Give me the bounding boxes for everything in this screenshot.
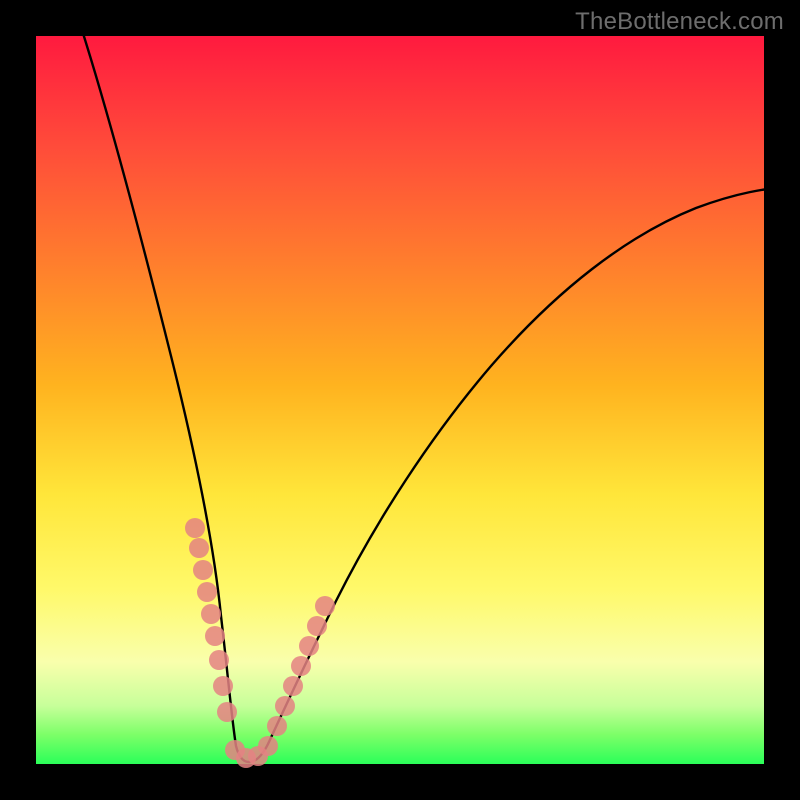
marker-dot xyxy=(189,538,209,558)
watermark-text: TheBottleneck.com xyxy=(575,8,784,36)
marker-dot xyxy=(197,582,217,602)
marker-dot xyxy=(315,596,335,616)
marker-dot xyxy=(185,518,205,538)
marker-dot xyxy=(258,736,278,756)
marker-dot xyxy=(291,656,311,676)
marker-dot xyxy=(201,604,221,624)
marker-dot xyxy=(267,716,287,736)
marker-dot xyxy=(307,616,327,636)
chart-frame xyxy=(36,36,764,764)
bottleneck-curve xyxy=(64,0,796,762)
marker-dot xyxy=(283,676,303,696)
marker-dot xyxy=(193,560,213,580)
bottleneck-curve-svg xyxy=(36,36,764,764)
marker-dot xyxy=(209,650,229,670)
marker-dot xyxy=(213,676,233,696)
marker-dot xyxy=(299,636,319,656)
marker-dot xyxy=(205,626,225,646)
marker-dot xyxy=(275,696,295,716)
marker-dot xyxy=(217,702,237,722)
